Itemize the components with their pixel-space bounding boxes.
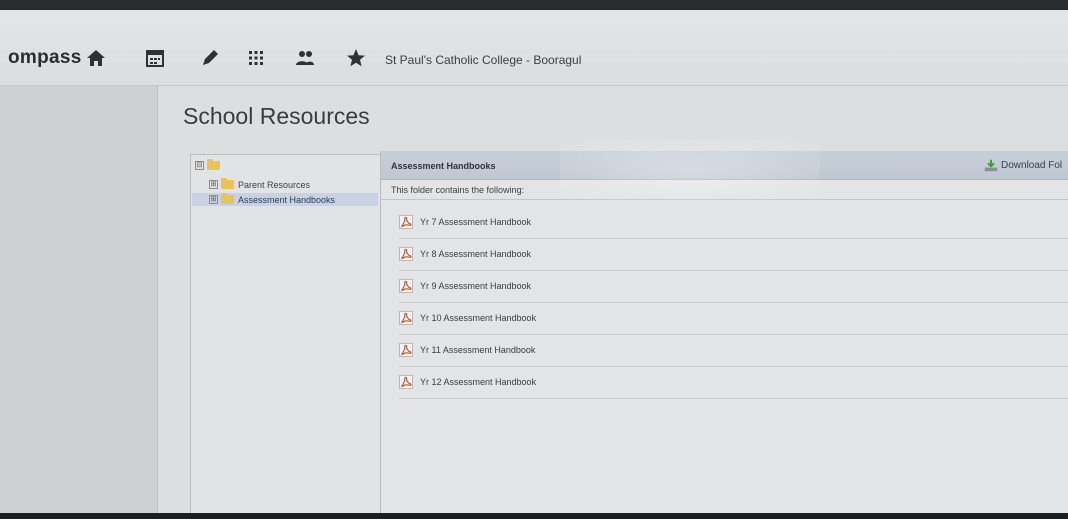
pdf-icon (399, 311, 413, 325)
home-icon[interactable] (84, 46, 108, 70)
apps-grid-icon[interactable] (244, 46, 268, 70)
file-name: Yr 11 Assessment Handbook (420, 345, 536, 355)
school-name[interactable]: St Paul's Catholic College - Booragul (385, 53, 581, 67)
star-icon[interactable] (344, 46, 368, 70)
file-row[interactable]: Yr 9 Assessment Handbook (399, 271, 1068, 303)
folder-title: Assessment Handbooks (391, 161, 496, 171)
folder-icon (207, 159, 220, 170)
people-icon[interactable] (293, 46, 317, 70)
folder-icon (221, 178, 234, 189)
folder-icon (221, 193, 234, 204)
folder-contents-panel: Assessment Handbooks Download Fol This f… (380, 151, 1068, 513)
expand-icon[interactable]: ⊞ (209, 180, 218, 189)
top-navigation-bar: ompass St Paul's Catholic College - Boor… (0, 10, 1068, 86)
calendar-icon[interactable] (143, 46, 167, 70)
download-folder-button[interactable]: Download Fol (984, 156, 1062, 174)
pdf-icon (399, 215, 413, 229)
folder-tree-panel: ⊟ ⊞ Parent Resources ⊞ Assessment Handbo… (190, 154, 382, 514)
tree-item-assessment-handbooks[interactable]: ⊞ Assessment Handbooks (192, 193, 378, 206)
file-name: Yr 8 Assessment Handbook (420, 249, 532, 259)
file-row[interactable]: Yr 11 Assessment Handbook (399, 335, 1068, 367)
pencil-icon[interactable] (198, 46, 222, 70)
page-title: School Resources (183, 103, 370, 129)
tree-item-label: Assessment Handbooks (238, 194, 336, 205)
file-row[interactable]: Yr 12 Assessment Handbook (399, 367, 1068, 399)
left-rail (0, 86, 158, 513)
download-folder-label: Download Fol (1001, 159, 1063, 171)
expand-icon[interactable]: ⊞ (209, 195, 218, 204)
file-row[interactable]: Yr 7 Assessment Handbook (399, 207, 1068, 239)
file-name: Yr 12 Assessment Handbook (420, 377, 537, 387)
pdf-icon (399, 279, 413, 293)
file-row[interactable]: Yr 10 Assessment Handbook (399, 303, 1068, 335)
collapse-icon[interactable]: ⊟ (195, 161, 204, 170)
download-icon (984, 159, 998, 172)
brand-logo-text[interactable]: ompass (8, 47, 82, 69)
pdf-icon (399, 343, 413, 357)
pdf-icon (399, 247, 413, 261)
folder-description: This folder contains the following: (381, 181, 1068, 200)
pdf-icon (399, 375, 413, 389)
screen-bezel-top (0, 0, 1068, 10)
file-name: Yr 7 Assessment Handbook (420, 217, 532, 227)
folder-header-bar: Assessment Handbooks Download Fol (381, 151, 1068, 180)
folder-description-text: This folder contains the following: (391, 185, 525, 195)
tree-root[interactable]: ⊟ (195, 159, 224, 172)
tree-item-parent-resources[interactable]: ⊞ Parent Resources (209, 178, 359, 191)
file-row[interactable]: Yr 8 Assessment Handbook (399, 239, 1068, 271)
file-name: Yr 9 Assessment Handbook (420, 281, 532, 291)
file-name: Yr 10 Assessment Handbook (420, 313, 537, 323)
tree-item-label: Parent Resources (238, 179, 311, 190)
screen-bezel-bottom (0, 513, 1068, 519)
